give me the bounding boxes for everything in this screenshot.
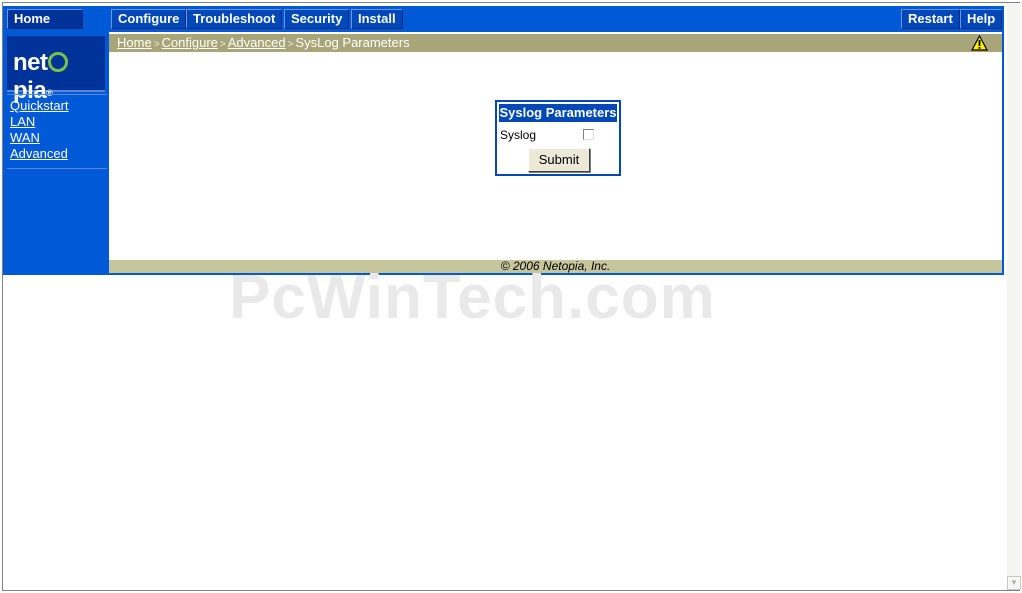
top-nav: Home Configure Troubleshoot Security Ins…	[3, 6, 1004, 32]
nav-restart-button[interactable]: Restart	[901, 9, 960, 29]
sidebar-item-quickstart[interactable]: Quickstart	[10, 98, 69, 114]
breadcrumb-separator: >	[287, 39, 294, 50]
syslog-label: Syslog	[500, 128, 537, 142]
sidebar-item-wan[interactable]: WAN	[10, 130, 69, 146]
breadcrumb-advanced-link[interactable]: Advanced	[228, 35, 286, 50]
nav-troubleshoot-button[interactable]: Troubleshoot	[186, 9, 283, 29]
sidebar-item-lan[interactable]: LAN	[10, 114, 69, 130]
warning-icon[interactable]	[971, 35, 988, 51]
syslog-parameters-panel: Syslog Parameters Syslog Submit	[495, 100, 621, 176]
vertical-scrollbar[interactable]: ▼	[1007, 3, 1021, 590]
breadcrumb: Home > Configure > Advanced > SysLog Parameter…	[109, 34, 1002, 52]
breadcrumb-configure-link[interactable]: Configure	[162, 35, 218, 50]
breadcrumb-current: SysLog Parameters	[295, 35, 410, 50]
nav-install-button[interactable]: Install	[351, 9, 403, 29]
sidebar-nav: Quickstart LAN WAN Advanced	[10, 98, 69, 162]
nav-configure-button[interactable]: Configure	[111, 9, 187, 29]
watermark: PcWinTech.com	[229, 263, 716, 332]
breadcrumb-separator: >	[153, 39, 160, 50]
router-ui: Home Configure Troubleshoot Security Ins…	[3, 6, 1004, 275]
submit-button[interactable]: Submit	[528, 148, 590, 172]
main-content: Home > Configure > Advanced > SysLog Parameter…	[109, 32, 1002, 273]
sidebar-divider	[7, 94, 107, 95]
netopia-logo: netpia®	[7, 36, 105, 104]
sidebar-divider	[7, 168, 107, 169]
syslog-checkbox[interactable]	[583, 129, 594, 140]
scroll-down-icon[interactable]: ▼	[1007, 576, 1021, 590]
breadcrumb-home-link[interactable]: Home	[117, 35, 152, 50]
nav-help-button[interactable]: Help	[960, 9, 1003, 29]
nav-home-button[interactable]: Home	[7, 9, 83, 29]
panel-title: Syslog Parameters	[499, 104, 617, 122]
nav-security-button[interactable]: Security	[284, 9, 350, 29]
sidebar-item-advanced[interactable]: Advanced	[10, 146, 69, 162]
breadcrumb-separator: >	[219, 39, 226, 50]
left-panel: netpia® Quickstart LAN WAN Advanced	[3, 32, 109, 275]
